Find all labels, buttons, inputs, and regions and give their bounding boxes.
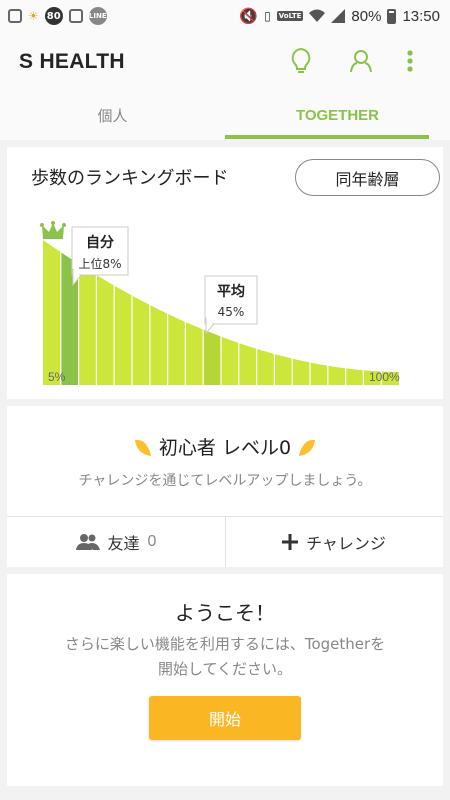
app-bar: S HEALTH xyxy=(0,32,450,90)
status-bar: ☀ 80 LINE 🔇 ▯ VoLTE 80% 13:50 xyxy=(0,0,450,32)
battery-icon xyxy=(387,8,397,24)
level-title: 初心者 レベル0 xyxy=(158,437,292,459)
axis-min-label: 5% xyxy=(48,370,66,384)
tab-personal[interactable]: 個人 xyxy=(0,90,225,140)
challenge-label: チャレンジ xyxy=(306,534,386,553)
average-label: 平均 xyxy=(217,283,245,300)
clock: 13:50 xyxy=(402,7,440,25)
notification-icon xyxy=(8,9,22,23)
age-group-button[interactable]: 同年齢層 xyxy=(295,159,440,196)
tab-together[interactable]: TOGETHER xyxy=(225,90,450,140)
welcome-line-1: さらに楽しい機能を利用するには、Togetherを xyxy=(64,635,386,653)
add-challenge-button[interactable]: チャレンジ xyxy=(225,517,443,567)
welcome-title: ようこそ！ xyxy=(175,601,275,625)
my-rank-tooltip: 自分 上位8% xyxy=(71,226,129,287)
level-subtitle: チャレンジを通じてレベルアップしましょう。 xyxy=(78,473,372,489)
tab-bar: 個人 TOGETHER xyxy=(0,90,450,140)
friends-icon xyxy=(75,534,100,550)
welcome-line-2: 開始してください。 xyxy=(157,660,293,678)
volte-icon: VoLTE xyxy=(276,11,304,21)
level-card: 初心者 レベル0 チャレンジを通じてレベルアップしましょう。 友達 0 チャレン… xyxy=(7,406,443,567)
person-icon[interactable] xyxy=(346,46,376,76)
weather-icon: ☀ xyxy=(28,9,39,23)
average-tooltip: 平均 45% xyxy=(204,275,258,335)
friends-label: 友達 xyxy=(107,534,140,553)
mute-icon: 🔇 xyxy=(239,8,259,25)
lightbulb-icon[interactable] xyxy=(286,46,316,76)
my-rank-label: 自分 xyxy=(86,234,114,251)
notification-badge: 80 xyxy=(44,7,63,25)
ranking-title: 歩数のランキングボード xyxy=(31,168,229,189)
welcome-message: さらに楽しい機能を利用するには、Togetherを 開始してください。 xyxy=(27,632,423,682)
battery-percent: 80% xyxy=(351,7,382,25)
active-tab-indicator xyxy=(225,135,429,139)
welcome-card: ようこそ！ さらに楽しい機能を利用するには、Togetherを 開始してください… xyxy=(7,574,443,786)
wifi-icon xyxy=(309,9,326,22)
app-title: S HEALTH xyxy=(19,50,125,73)
average-bar xyxy=(203,329,221,385)
crown-icon xyxy=(40,221,66,239)
line-app-icon: LINE xyxy=(88,7,107,25)
more-icon[interactable] xyxy=(395,46,425,76)
signal-icon xyxy=(331,9,346,23)
vibrate-icon: ▯ xyxy=(264,9,271,23)
my-rank-value: 上位8% xyxy=(78,256,121,271)
friends-button[interactable]: 友達 0 xyxy=(7,517,225,567)
wing-right-icon xyxy=(299,439,316,456)
start-button[interactable]: 開始 xyxy=(149,696,301,740)
axis-max-label: 100% xyxy=(369,370,400,384)
friends-count: 0 xyxy=(147,533,157,550)
image-icon xyxy=(68,9,83,23)
plus-icon xyxy=(282,534,299,550)
average-value: 45% xyxy=(218,305,245,319)
ranking-card: 自分 上位8% 平均 45% 5% 100% 歩数のランキングボード 同年齢層 xyxy=(7,147,443,399)
wing-left-icon xyxy=(134,439,151,456)
